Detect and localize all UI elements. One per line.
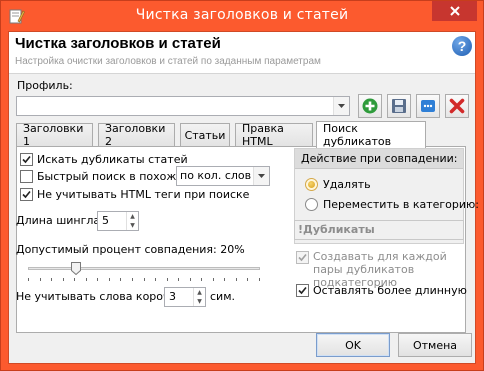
add-profile-button[interactable] xyxy=(358,94,382,118)
tab-articles[interactable]: Статьи xyxy=(180,123,230,146)
slider-tick xyxy=(213,278,214,281)
tab-duplicate-search[interactable]: Поиск дубликатов xyxy=(316,121,426,148)
slider-ticks xyxy=(28,278,260,282)
delete-icon xyxy=(449,98,465,114)
delete-profile-button[interactable] xyxy=(445,94,469,118)
action-group-header: Действие при совпадении: xyxy=(295,149,463,169)
quick-search-mode-dropdown-button[interactable] xyxy=(253,167,269,185)
match-percent-slider-thumb[interactable] xyxy=(71,262,82,276)
dialog-header: Чистка заголовков и статей Настройка очи… xyxy=(9,32,475,74)
checkmark-icon xyxy=(298,286,307,294)
short-words-value: 3 xyxy=(169,290,176,303)
quick-search-mode-select[interactable]: по кол. слов xyxy=(176,166,270,186)
chevron-down-icon xyxy=(258,174,265,178)
slider-tick xyxy=(144,278,145,281)
slider-tick xyxy=(247,278,248,281)
title-bar[interactable]: Чистка заголовков и статей xyxy=(1,1,483,31)
keep-longer-option[interactable]: Оставлять более длинную xyxy=(296,282,467,298)
action-delete-radio[interactable] xyxy=(305,177,318,191)
close-icon xyxy=(449,6,460,16)
shingle-length-label: Длина шингла: xyxy=(16,214,104,227)
window-title: Чистка заголовков и статей xyxy=(135,7,349,23)
short-words-spin-buttons[interactable]: ▲ ▼ xyxy=(193,288,205,306)
ignore-html-option[interactable]: Не учитывать HTML теги при поиске xyxy=(20,186,249,202)
shingle-length-value: 5 xyxy=(102,214,109,227)
create-subcategory-checkbox[interactable] xyxy=(296,251,309,264)
slider-tick xyxy=(167,278,168,281)
spin-up-icon[interactable]: ▲ xyxy=(127,212,138,221)
more-icon xyxy=(421,100,435,112)
slider-tick xyxy=(63,278,64,281)
search-duplicates-label: Искать дубликаты статей xyxy=(37,152,188,166)
slider-tick xyxy=(201,278,202,281)
search-duplicates-checkbox[interactable] xyxy=(20,152,33,166)
keep-longer-checkbox[interactable] xyxy=(296,283,309,297)
slider-tick xyxy=(97,278,98,281)
checkmark-icon xyxy=(22,190,31,198)
slider-tick xyxy=(51,278,52,281)
keep-longer-label: Оставлять более длинную xyxy=(313,283,467,297)
quick-search-label: Быстрый поиск в похожих xyxy=(37,169,190,183)
profile-label: Профиль: xyxy=(17,79,73,92)
slider-tick xyxy=(190,278,191,281)
tab-headings-1[interactable]: Заголовки 1 xyxy=(16,122,93,148)
duplicates-category-field[interactable]: !Дубликаты xyxy=(294,220,464,240)
help-icon[interactable]: ? xyxy=(452,36,472,56)
add-icon xyxy=(362,98,378,114)
slider-tick xyxy=(259,278,260,281)
action-move-label: Переместить в категорию: xyxy=(323,197,479,211)
slider-thumb-icon xyxy=(71,262,82,276)
search-duplicates-option[interactable]: Искать дубликаты статей xyxy=(20,151,188,167)
tab-html-edit[interactable]: Правка HTML xyxy=(235,122,313,148)
shingle-length-stepper[interactable]: 5 ▲ ▼ xyxy=(97,211,139,231)
slider-tick xyxy=(236,278,237,281)
ok-button[interactable]: OK xyxy=(316,333,390,357)
action-move-option[interactable]: Переместить в категорию: xyxy=(305,196,479,212)
checkmark-icon xyxy=(22,155,31,163)
spin-down-icon[interactable]: ▼ xyxy=(127,221,138,230)
short-words-unit: сим. xyxy=(210,290,235,303)
slider-tick xyxy=(74,278,75,281)
quick-search-option[interactable]: Быстрый поиск в похожих xyxy=(20,168,190,184)
match-percent-slider[interactable] xyxy=(28,267,260,270)
slider-tick xyxy=(86,278,87,281)
match-percent-label: Допустимый процент совпадения: 20% xyxy=(16,243,245,256)
ignore-html-label: Не учитывать HTML теги при поиске xyxy=(37,187,250,201)
slider-tick xyxy=(28,278,29,281)
quick-search-checkbox[interactable] xyxy=(20,169,33,183)
checkmark-icon xyxy=(298,253,307,262)
action-move-radio[interactable] xyxy=(305,197,318,211)
short-words-label: Не учитывать слова короче xyxy=(16,290,177,303)
tab-headings-2[interactable]: Заголовки 2 xyxy=(98,122,175,148)
ignore-html-checkbox[interactable] xyxy=(20,187,33,201)
spin-down-icon[interactable]: ▼ xyxy=(194,297,205,306)
profile-dropdown-button[interactable] xyxy=(333,97,349,115)
slider-tick xyxy=(120,278,121,281)
dialog-subtitle: Настройка очистки заголовков и статей по… xyxy=(15,56,321,67)
save-profile-button[interactable] xyxy=(387,94,411,118)
action-delete-label: Удалять xyxy=(323,177,371,191)
slider-tick xyxy=(178,278,179,281)
spin-up-icon[interactable]: ▲ xyxy=(194,288,205,297)
slider-tick xyxy=(40,278,41,281)
slider-tick xyxy=(109,278,110,281)
window-close-button[interactable] xyxy=(432,1,477,21)
profile-select[interactable] xyxy=(16,96,350,116)
more-options-button[interactable] xyxy=(416,94,440,118)
shingle-length-spin-buttons[interactable]: ▲ ▼ xyxy=(126,212,138,230)
dialog-heading: Чистка заголовков и статей xyxy=(15,35,221,52)
slider-tick xyxy=(224,278,225,281)
slider-tick xyxy=(132,278,133,281)
short-words-stepper[interactable]: 3 ▲ ▼ xyxy=(164,287,206,307)
action-delete-option[interactable]: Удалять xyxy=(305,176,371,192)
slider-tick xyxy=(155,278,156,281)
quick-search-mode-value: по кол. слов xyxy=(180,169,252,182)
save-icon xyxy=(392,99,406,113)
cancel-button[interactable]: Отмена xyxy=(398,333,472,357)
chevron-down-icon xyxy=(338,104,345,108)
